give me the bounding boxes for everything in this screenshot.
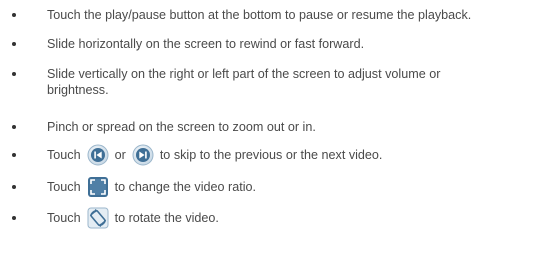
- item-text: Slide horizontally on the screen to rewi…: [47, 37, 365, 51]
- touch-label: Touch: [47, 148, 81, 162]
- touch-label: Touch: [47, 180, 81, 194]
- item-text: Touch or to skip to the previous or the …: [47, 144, 556, 166]
- item-text: Touch the play/pause button at the botto…: [47, 8, 472, 22]
- bullet: [12, 72, 16, 76]
- list-item: Slide horizontally on the screen to rewi…: [12, 36, 556, 52]
- bullet: [12, 185, 16, 189]
- bullet: [12, 42, 16, 46]
- list-item: Touch or to skip to the previous or the …: [12, 144, 556, 166]
- item-text: Touch to rotate the video.: [47, 207, 556, 229]
- item-text: Pinch or spread on the screen to zoom ou…: [47, 120, 316, 134]
- bullet: [12, 125, 16, 129]
- rotate-icon: [87, 207, 109, 229]
- bullet: [12, 216, 16, 220]
- or-label: or: [114, 148, 126, 162]
- list-item: Touch to change the video ratio.: [12, 176, 556, 198]
- list-item: Pinch or spread on the screen to zoom ou…: [12, 119, 556, 135]
- item-text: Touch to change the video ratio.: [47, 176, 556, 198]
- skip-previous-icon: [87, 144, 109, 166]
- list-item: Slide vertically on the right or left pa…: [12, 66, 556, 98]
- rotate-description: to rotate the video.: [114, 211, 219, 225]
- bullet: [12, 153, 16, 157]
- list-item: Touch the play/pause button at the botto…: [12, 7, 556, 23]
- ratio-description: to change the video ratio.: [114, 180, 257, 194]
- item-text: Slide vertically on the right or left pa…: [47, 67, 441, 97]
- list-item: Touch to rotate the video.: [12, 207, 556, 229]
- touch-label: Touch: [47, 211, 81, 225]
- bullet: [12, 13, 16, 17]
- video-ratio-icon: [87, 176, 109, 198]
- skip-next-icon: [132, 144, 154, 166]
- skip-description: to skip to the previous or the next vide…: [159, 148, 383, 162]
